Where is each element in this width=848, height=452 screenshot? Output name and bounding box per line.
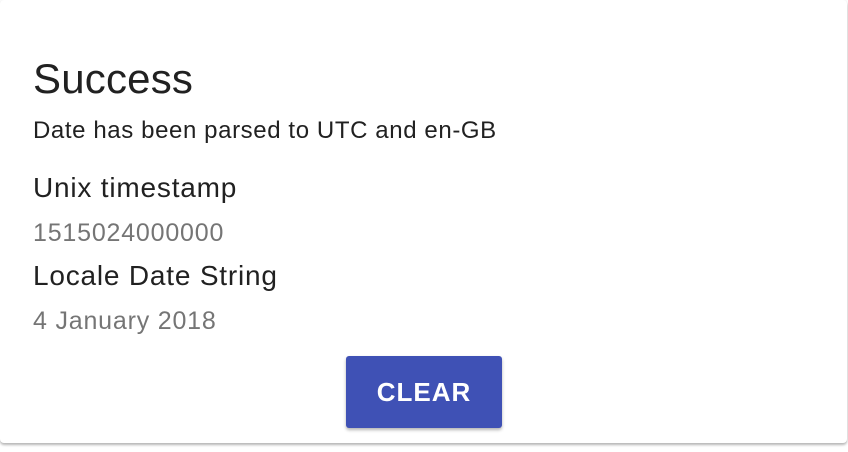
unix-timestamp-label: Unix timestamp	[33, 172, 238, 203]
result-card: Success Date has been parsed to UTC and …	[0, 0, 847, 443]
unix-timestamp-value: 1515024000000	[33, 219, 225, 247]
result-title: Success	[33, 55, 194, 102]
locale-date-label: Locale Date String	[33, 260, 278, 291]
locale-date-value: 4 January 2018	[33, 307, 217, 335]
clear-button[interactable]: CLEAR	[346, 356, 502, 428]
result-message: Date has been parsed to UTC and en-GB	[33, 117, 497, 144]
